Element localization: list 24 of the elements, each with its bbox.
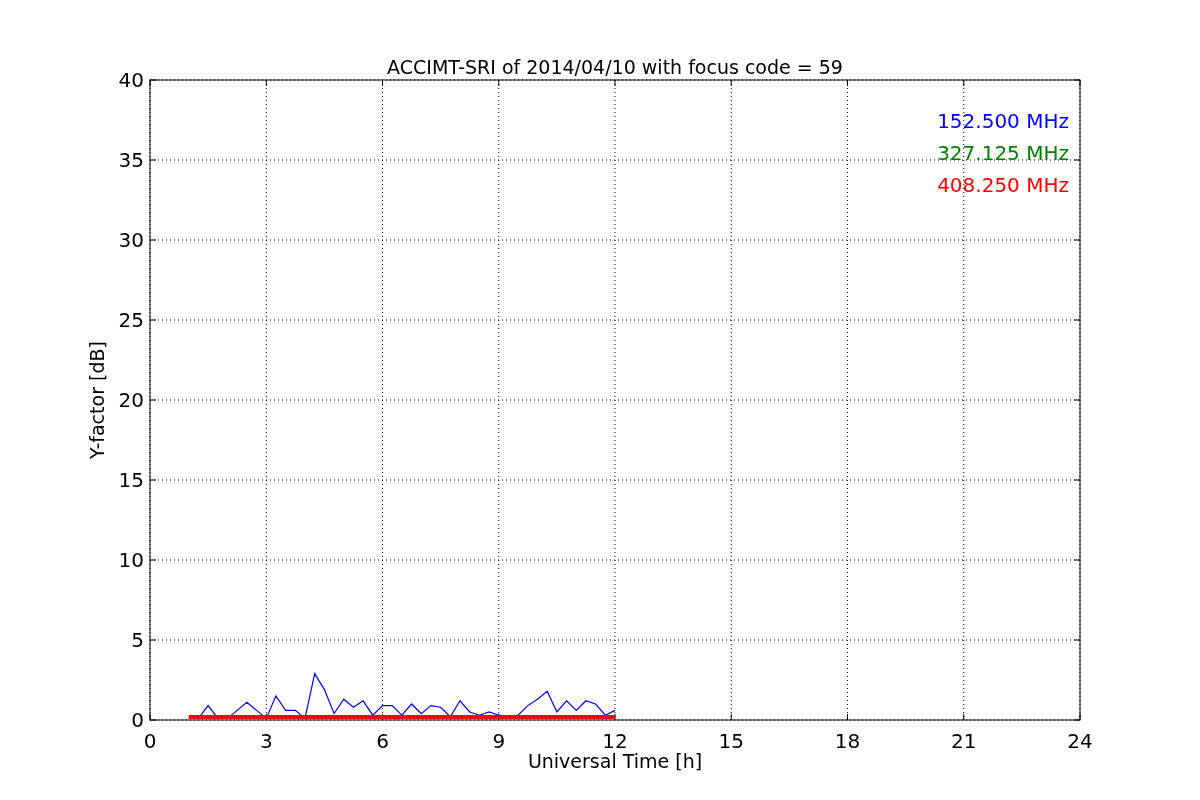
legend-label: 327.125 MHz	[937, 141, 1069, 165]
axis-label: Universal Time [h]	[527, 750, 703, 772]
tick-label: 15	[118, 468, 144, 492]
tick-label: 18	[834, 729, 861, 753]
tick-label: 35	[118, 148, 144, 172]
tick-label: 30	[118, 228, 144, 252]
tick-label: 40	[118, 68, 144, 92]
tick-label: 10	[118, 548, 144, 572]
tick-label: 25	[118, 308, 144, 332]
tick-label: 0	[143, 729, 157, 753]
tick-label: 3	[259, 729, 273, 753]
tick-label: 0	[131, 708, 144, 732]
tick-label: 12	[602, 729, 628, 753]
tick-label: 9	[492, 729, 506, 753]
legend-label: 152.500 MHz	[937, 109, 1069, 133]
tick-label: 24	[1067, 729, 1093, 753]
chart-title: ACCIMT-SRI of 2014/04/10 with focus code = 59	[387, 56, 843, 78]
tick-label: 20	[118, 388, 144, 412]
axis-label: Y-factor [dB]	[86, 341, 108, 459]
tick-label: 21	[951, 729, 977, 753]
tick-label: 6	[376, 729, 389, 753]
tick-label: 15	[718, 729, 744, 753]
tick-label: 5	[131, 628, 144, 652]
legend-label: 408.250 MHz	[937, 173, 1069, 197]
